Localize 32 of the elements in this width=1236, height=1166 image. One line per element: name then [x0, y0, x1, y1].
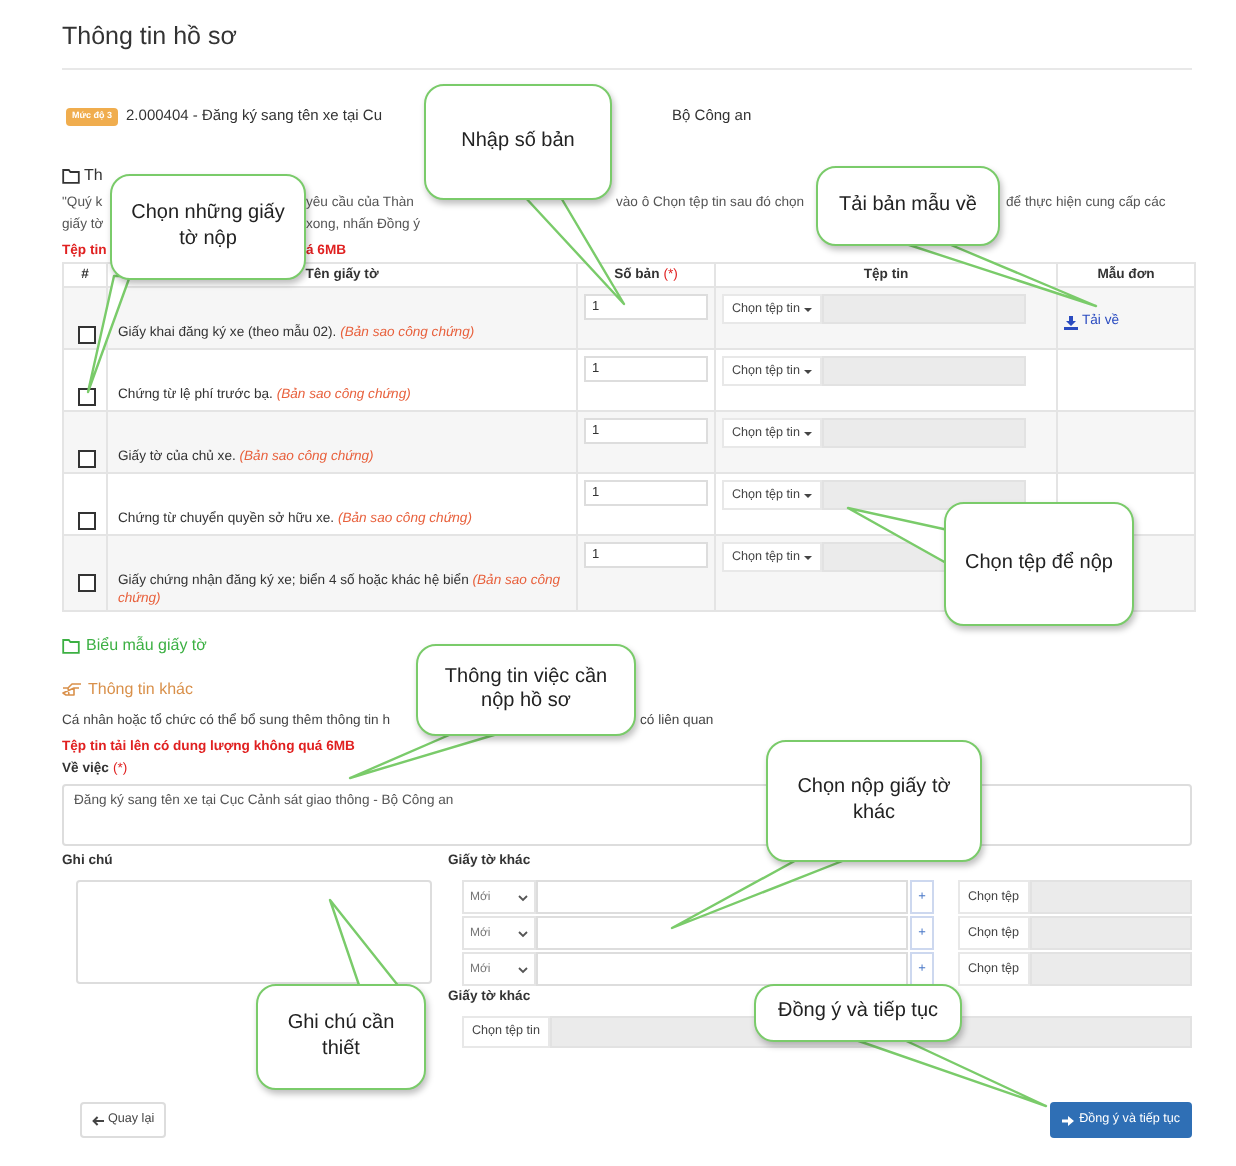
- checkbox[interactable]: [78, 574, 96, 592]
- chevron-icon: [518, 965, 528, 973]
- callout-bubble: Nhập số bản: [424, 84, 612, 200]
- caret-icon: [803, 555, 812, 559]
- callout-bubble: Tải bản mẫu về: [816, 166, 1000, 246]
- callout-bubble: Đồng ý và tiếp tục: [754, 984, 962, 1042]
- chevron-icon: [518, 893, 528, 901]
- callout-bubble: Chọn nộp giấy tờ khác: [766, 740, 982, 862]
- folder-icon: [62, 168, 80, 184]
- paper-name-field[interactable]: [536, 880, 908, 914]
- page-title: Thông tin hồ sơ: [62, 0, 1192, 70]
- download-icon: [1064, 315, 1078, 329]
- back-arrow-icon: [92, 1115, 104, 1125]
- section-heading: Th: [84, 166, 103, 186]
- arrow-right-icon: [1061, 1115, 1074, 1125]
- section-heading: Thông tin khác: [88, 680, 193, 700]
- chevron-icon: [518, 929, 528, 937]
- checkbox[interactable]: [78, 512, 96, 530]
- callout-bubble: Chọn những giấy tờ nộp: [110, 174, 306, 280]
- caret-icon: [803, 493, 812, 497]
- paper-name-field[interactable]: [536, 916, 908, 950]
- pointing-hand-icon: [62, 682, 82, 698]
- checkbox[interactable]: [78, 450, 96, 468]
- caret-icon: [803, 307, 812, 311]
- note-field[interactable]: [76, 880, 432, 984]
- caret-icon: [803, 369, 812, 373]
- callout-pointer: [328, 898, 402, 990]
- folder-icon: [62, 638, 80, 654]
- callout-bubble: Chọn tệp để nộp: [944, 502, 1134, 626]
- caret-icon: [803, 431, 812, 435]
- checkbox[interactable]: [78, 388, 96, 406]
- checkbox[interactable]: [78, 326, 96, 344]
